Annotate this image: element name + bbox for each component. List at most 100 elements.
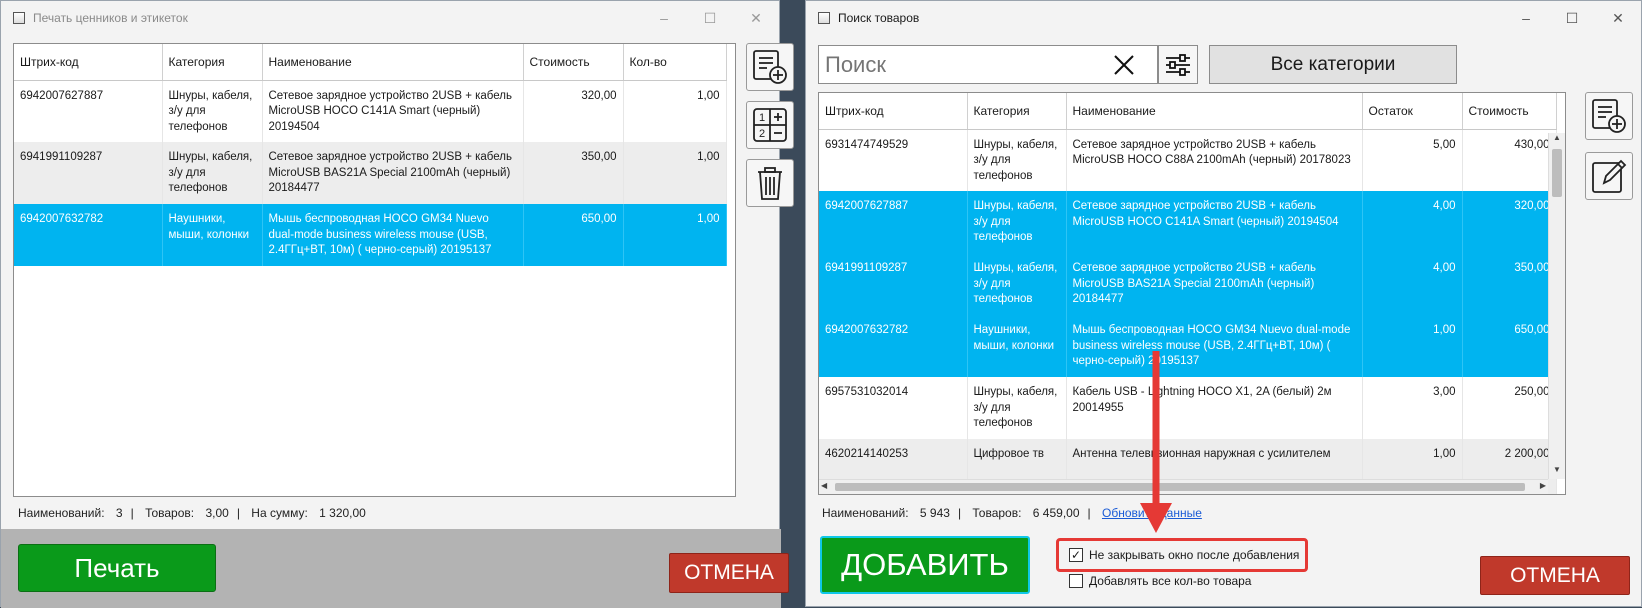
cancel-button[interactable]: ОТМЕНА xyxy=(1480,556,1630,595)
table-cell: Сетевое зарядное устройство 2USB + кабел… xyxy=(1066,129,1363,191)
labels-grid: Штрих-код Категория Наименование Стоимость К… xyxy=(13,43,736,497)
table-cell: 6941991109287 xyxy=(14,142,163,204)
column-header[interactable]: Категория xyxy=(162,44,263,81)
table-cell: Наушники, мыши, колонки xyxy=(162,204,263,266)
column-header[interactable]: Стоимость xyxy=(523,44,624,81)
column-header[interactable]: Штрих-код xyxy=(819,93,968,130)
scroll-up-button[interactable]: ▲ xyxy=(1549,133,1565,147)
clear-search-button[interactable] xyxy=(1109,49,1139,80)
add-document-icon xyxy=(753,50,787,84)
add-document-icon xyxy=(1592,99,1626,133)
filter-icon xyxy=(1166,53,1190,76)
maximize-button[interactable]: ☐ xyxy=(1549,1,1595,35)
column-header[interactable]: Наименование xyxy=(262,44,524,81)
calculator-icon: 1 2 xyxy=(753,108,787,142)
table-cell: 6942007632782 xyxy=(14,204,163,266)
edit-product-button[interactable] xyxy=(1585,152,1633,200)
table-cell: Шнуры, кабеля, з/у для телефонов xyxy=(967,377,1067,439)
scroll-h-thumb[interactable] xyxy=(835,483,1525,491)
names-label: Наименований: xyxy=(18,506,105,520)
close-button[interactable]: ✕ xyxy=(1595,1,1641,35)
table-cell: 650,00 xyxy=(1462,315,1557,377)
add-product-button[interactable] xyxy=(1585,92,1633,140)
close-button[interactable]: ✕ xyxy=(733,1,779,35)
table-row[interactable]: 6942007632782 Наушники, мыши, колонки Мышь… xyxy=(819,315,1557,377)
table-cell: 5,00 xyxy=(1362,129,1463,191)
table-row[interactable]: 6931474749529 Шнуры, кабеля, з/у для теле… xyxy=(819,129,1557,191)
labels-status-bar: Наименований: 3 | Товаров: 3,00 | На сумму… xyxy=(18,506,366,520)
table-cell: 6957531032014 xyxy=(819,377,968,439)
window-icon xyxy=(13,12,25,24)
table-cell: 6942007627887 xyxy=(14,80,163,142)
keep-open-label: Не закрывать окно после добавления xyxy=(1089,548,1300,562)
table-cell: 1,00 xyxy=(623,204,727,266)
scroll-thumb[interactable] xyxy=(1552,149,1562,197)
add-all-checkbox[interactable] xyxy=(1069,574,1083,588)
minimize-button[interactable]: – xyxy=(1503,1,1549,35)
table-cell: 320,00 xyxy=(523,80,624,142)
column-header[interactable]: Остаток xyxy=(1362,93,1463,130)
table-row[interactable]: 6941991109287 Шнуры, кабеля, з/у для теле… xyxy=(819,253,1557,315)
table-cell: 6942007632782 xyxy=(819,315,968,377)
search-products-window: Поиск товаров – ☐ ✕ Все категории Штрих-… xyxy=(805,0,1642,607)
column-header[interactable]: Кол-во xyxy=(623,44,727,81)
delete-button[interactable] xyxy=(746,159,794,207)
goods-label: Товаров: xyxy=(145,506,195,520)
edit-icon xyxy=(1592,159,1627,193)
filter-button[interactable] xyxy=(1158,45,1198,84)
table-cell: 6931474749529 xyxy=(819,129,968,191)
column-header[interactable]: Штрих-код xyxy=(14,44,163,81)
minimize-button[interactable]: – xyxy=(641,1,687,35)
scroll-right-button[interactable]: ▶ xyxy=(1540,481,1546,490)
table-cell: Сетевое зарядное устройство 2USB + кабел… xyxy=(1066,253,1363,315)
table-cell: 430,00 xyxy=(1462,129,1557,191)
search-input[interactable] xyxy=(819,46,1099,83)
keep-open-option[interactable]: ✓ Не закрывать окно после добавления xyxy=(1056,538,1308,572)
table-cell: 1,00 xyxy=(623,80,727,142)
window-icon xyxy=(818,12,830,24)
add-all-option[interactable]: Добавлять все кол-во товара xyxy=(1069,574,1251,588)
print-button[interactable]: Печать xyxy=(18,544,216,592)
column-header[interactable]: Наименование xyxy=(1066,93,1363,130)
add-button[interactable]: ДОБАВИТЬ xyxy=(820,536,1030,594)
table-cell: Сетевое зарядное устройство 2USB + кабел… xyxy=(262,80,524,142)
table-cell: 650,00 xyxy=(523,204,624,266)
search-box xyxy=(818,45,1158,84)
print-labels-window: Печать ценников и этикеток – ☐ ✕ Штрих-к… xyxy=(0,0,794,608)
table-cell: Сетевое зарядное устройство 2USB + кабел… xyxy=(262,142,524,204)
table-row[interactable]: 6957531032014 Шнуры, кабеля, з/у для теле… xyxy=(819,377,1557,439)
table-cell: 250,00 xyxy=(1462,377,1557,439)
window-title: Поиск товаров xyxy=(838,11,920,25)
goods-value: 3,00 xyxy=(205,506,229,520)
add-item-button[interactable] xyxy=(746,43,794,91)
table-row[interactable]: 6942007627887 Шнуры, кабеля, з/у для теле… xyxy=(14,80,727,142)
quantity-button[interactable]: 1 2 xyxy=(746,101,794,149)
scroll-down-button[interactable]: ▼ xyxy=(1549,465,1565,479)
goods-value: 6 459,00 xyxy=(1032,506,1080,520)
table-cell: Шнуры, кабеля, з/у для телефонов xyxy=(967,129,1067,191)
window-title: Печать ценников и этикеток xyxy=(33,11,188,25)
column-header[interactable]: Стоимость xyxy=(1462,93,1557,130)
column-header[interactable]: Категория xyxy=(967,93,1067,130)
table-cell: Шнуры, кабеля, з/у для телефонов xyxy=(162,142,263,204)
svg-text:1: 1 xyxy=(759,112,765,124)
table-row[interactable]: 6942007632782 Наушники, мыши, колонки Мышь… xyxy=(14,204,727,266)
checkbox-icon[interactable]: ✓ xyxy=(1069,548,1083,562)
table-cell: 3,00 xyxy=(1362,377,1463,439)
maximize-button[interactable]: ☐ xyxy=(687,1,733,35)
table-cell: Шнуры, кабеля, з/у для телефонов xyxy=(967,253,1067,315)
table-cell: 4,00 xyxy=(1362,253,1463,315)
table-cell: 320,00 xyxy=(1462,191,1557,253)
table-cell: 350,00 xyxy=(1462,253,1557,315)
names-value: 3 xyxy=(115,506,123,520)
vertical-scrollbar[interactable]: ▲ ▼ xyxy=(1548,133,1565,479)
horizontal-scrollbar[interactable]: ◀ ▶ xyxy=(819,479,1548,494)
categories-button[interactable]: Все категории xyxy=(1209,45,1457,84)
table-row[interactable]: 6942007627887 Шнуры, кабеля, з/у для теле… xyxy=(819,191,1557,253)
scroll-left-button[interactable]: ◀ xyxy=(821,481,827,490)
table-cell: Мышь беспроводная HOCO GM34 Nuevo dual-m… xyxy=(1066,315,1363,377)
table-cell: 6942007627887 xyxy=(819,191,968,253)
svg-text:2: 2 xyxy=(759,128,765,140)
table-row[interactable]: 6941991109287 Шнуры, кабеля, з/у для теле… xyxy=(14,142,727,204)
cancel-button[interactable]: ОТМЕНА xyxy=(669,553,789,593)
